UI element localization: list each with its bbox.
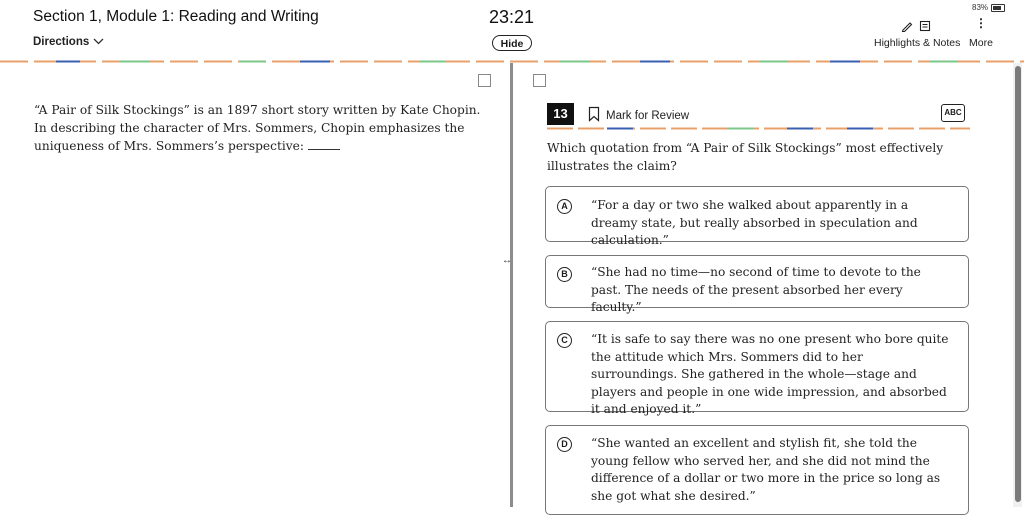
question-divider-dashes: [547, 127, 970, 130]
resize-handle-icon[interactable]: ↔: [502, 255, 512, 266]
answer-choice-c[interactable]: C “It is safe to say there was no one pr…: [545, 321, 969, 416]
section-title: Section 1, Module 1: Reading and Writing: [33, 8, 319, 25]
answer-choice-a[interactable]: A “For a day or two she walked about app…: [545, 186, 969, 247]
choice-letter-c: C: [557, 333, 572, 348]
answer-eliminator-button[interactable]: ABC: [941, 104, 965, 122]
highlights-notes-icons[interactable]: [901, 19, 931, 37]
notes-icon: [919, 19, 931, 37]
pen-icon: [901, 19, 913, 37]
expand-passage-icon[interactable]: [478, 74, 491, 87]
scrollbar-thumb[interactable]: [1015, 66, 1021, 502]
more-button[interactable]: More: [969, 37, 993, 49]
timer: 23:21: [489, 7, 535, 27]
passage-blank: [307, 139, 340, 150]
directions-label: Directions: [33, 36, 90, 48]
top-bar: Section 1, Module 1: Reading and Writing…: [0, 0, 1024, 60]
more-vertical-icon[interactable]: ⋮: [975, 17, 987, 29]
hide-timer-button[interactable]: Hide: [492, 35, 532, 51]
pane-divider[interactable]: [510, 63, 513, 507]
passage: “A Pair of Silk Stockings” is an 1897 sh…: [34, 101, 484, 155]
choice-text-a: “For a day or two she walked about appar…: [591, 198, 918, 247]
question-number: 13: [547, 103, 574, 125]
choice-letter-a: A: [557, 199, 572, 214]
directions-toggle[interactable]: Directions: [33, 36, 104, 48]
chevron-down-icon: [93, 36, 104, 48]
answer-choice-b[interactable]: B “She had no time—no second of time to …: [545, 255, 969, 314]
choice-letter-d: D: [557, 437, 572, 452]
bookmark-icon: [588, 106, 600, 125]
mark-for-review-button[interactable]: Mark for Review: [588, 106, 689, 125]
mark-for-review-label: Mark for Review: [606, 109, 690, 122]
passage-text: “A Pair of Silk Stockings” is an 1897 sh…: [34, 103, 481, 153]
choice-text-c: “It is safe to say there was no one pres…: [591, 332, 949, 416]
battery-status: 83%: [972, 3, 1006, 12]
choice-text-d: “She wanted an excellent and stylish fit…: [591, 436, 941, 503]
expand-question-icon[interactable]: [533, 74, 546, 87]
choice-letter-b: B: [557, 267, 572, 282]
battery-percent: 83%: [972, 3, 989, 12]
battery-icon: [991, 3, 1006, 12]
answer-choice-d[interactable]: D “She wanted an excellent and stylish f…: [545, 425, 969, 515]
highlights-notes-button[interactable]: Highlights & Notes: [874, 37, 960, 49]
choice-text-b: “She had no time—no second of time to de…: [591, 265, 921, 314]
question-stem: Which quotation from “A Pair of Silk Sto…: [547, 141, 944, 173]
